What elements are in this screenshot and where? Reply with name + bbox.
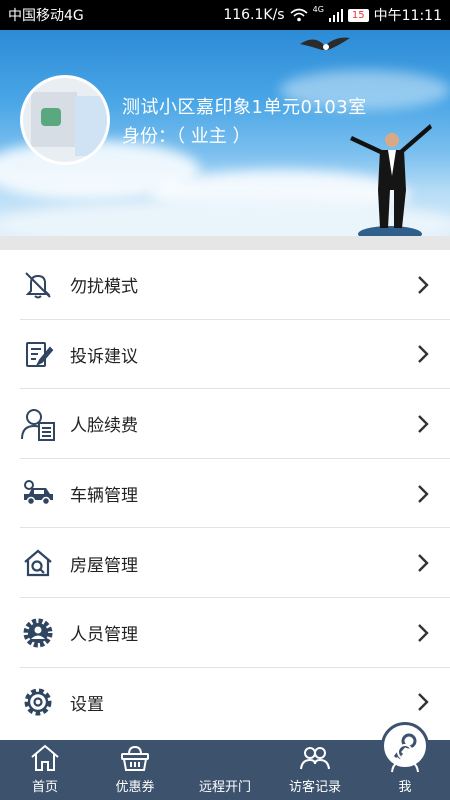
person-gear-icon — [23, 618, 53, 648]
wifi-icon — [290, 8, 308, 22]
tab-coupons[interactable]: 优惠券 — [90, 740, 180, 800]
bell-off-icon — [25, 272, 51, 299]
network-type: 4G — [312, 5, 324, 14]
house-search-icon — [24, 549, 52, 577]
section-divider — [0, 236, 450, 250]
tab-label: 优惠券 — [115, 780, 155, 795]
menu-item-complaints[interactable]: 投诉建议 — [0, 320, 450, 390]
menu-item-label: 投诉建议 — [70, 346, 138, 367]
home-icon — [31, 744, 59, 771]
tab-label: 访客记录 — [288, 780, 341, 795]
complaint-edit-icon — [26, 342, 54, 368]
carrier-label: 中国移动4G — [8, 8, 84, 24]
tab-label: 我 — [398, 780, 412, 795]
chevron-right-icon — [418, 623, 429, 642]
menu-item-label: 人员管理 — [70, 625, 138, 646]
clock: 中午11:11 — [373, 8, 442, 24]
settings-icon — [24, 688, 52, 716]
chevron-right-icon — [418, 554, 429, 573]
status-bar: 中国移动4G 116.1K/s 4G 15 中午11:11 — [0, 0, 450, 30]
menu-item-vehicle-management[interactable]: 车辆管理 — [0, 459, 450, 529]
menu-item-label: 车辆管理 — [70, 486, 138, 507]
car-gear-icon — [24, 479, 53, 505]
face-renew-icon — [21, 408, 55, 441]
menu-item-label: 房屋管理 — [70, 555, 138, 576]
menu-item-face-renewal[interactable]: 人脸续费 — [0, 389, 450, 459]
status-right: 116.1K/s 4G 15 中午11:11 — [223, 5, 442, 25]
menu-item-label: 人脸续费 — [70, 416, 138, 437]
visitors-icon — [300, 747, 330, 770]
tab-me[interactable]: 我 — [360, 740, 450, 800]
chevron-right-icon — [418, 484, 429, 503]
menu-item-settings[interactable]: 设置 — [0, 668, 450, 738]
tab-remote-open[interactable]: 远程开门 — [180, 722, 429, 800]
menu-item-house-management[interactable]: 房屋管理 — [0, 528, 450, 598]
chevron-right-icon — [418, 345, 429, 364]
menu-item-do-not-disturb[interactable]: 勿扰模式 — [0, 250, 450, 320]
user-icon — [391, 744, 419, 773]
tab-visitor-records[interactable]: 访客记录 — [270, 740, 360, 800]
settings-menu: 勿扰模式 投诉建议 人脸续费 车辆管理 房屋管理 人员管理 设置 — [0, 250, 450, 737]
avatar[interactable] — [20, 75, 110, 165]
chevron-right-icon — [418, 415, 429, 433]
battery-level: 15 — [347, 8, 369, 22]
role-label: 身份：（ 业主 ） — [122, 126, 251, 147]
profile-banner: 测试小区嘉印象1单元0103室 身份：（ 业主 ） — [0, 30, 450, 236]
signal-icon — [328, 8, 343, 22]
businessman-figure — [350, 124, 432, 236]
avatar-image-part — [75, 96, 107, 156]
chevron-right-icon — [418, 275, 429, 294]
basket-icon — [121, 745, 149, 771]
menu-item-personnel-management[interactable]: 人员管理 — [0, 598, 450, 668]
tab-label: 首页 — [31, 780, 58, 795]
bottom-tab-bar: 首页 优惠券 远程开门 访客记录 我 — [0, 722, 450, 800]
network-speed: 116.1K/s — [223, 7, 285, 23]
avatar-image-part — [41, 108, 61, 126]
menu-item-label: 勿扰模式 — [70, 277, 138, 298]
chevron-right-icon — [418, 693, 429, 712]
address-label: 测试小区嘉印象1单元0103室 — [122, 97, 367, 118]
tab-home[interactable]: 首页 — [0, 740, 90, 800]
menu-item-label: 设置 — [70, 694, 104, 715]
tab-label: 远程开门 — [198, 780, 251, 795]
eagle-icon — [300, 37, 350, 50]
